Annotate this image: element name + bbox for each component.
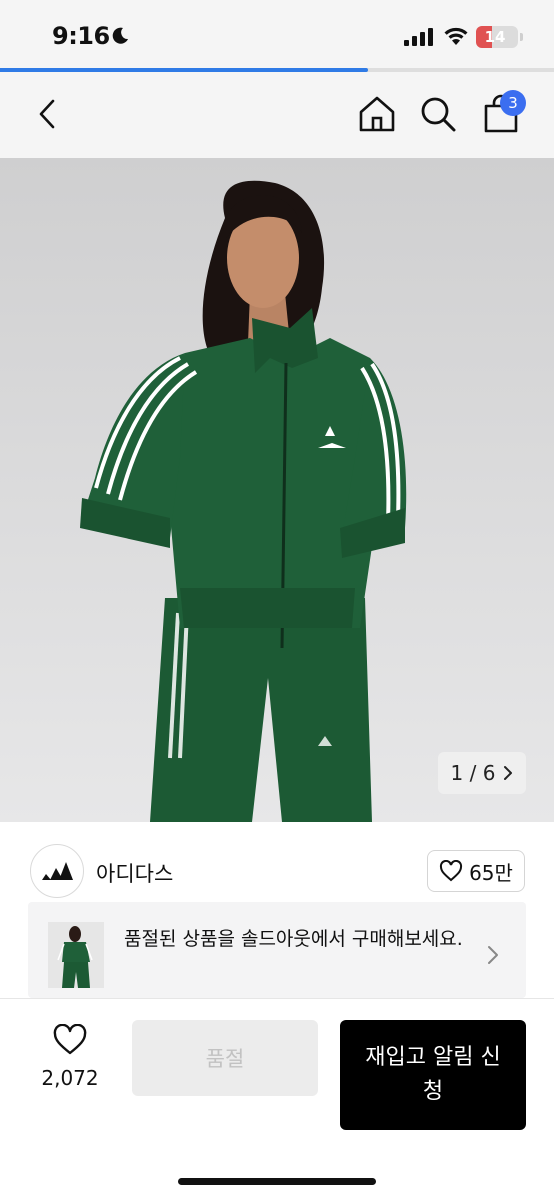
battery-icon: 14 — [476, 26, 518, 48]
wifi-icon — [444, 27, 468, 45]
home-icon — [359, 96, 395, 132]
soldout-button: 품절 — [132, 1020, 318, 1096]
wishlist-button[interactable]: 2,072 — [30, 1020, 110, 1100]
heart-outline-icon — [53, 1024, 87, 1055]
back-button[interactable] — [24, 90, 72, 138]
search-icon — [421, 97, 456, 132]
product-image[interactable] — [0, 158, 554, 822]
top-nav — [0, 72, 554, 158]
brand-like-button[interactable]: 65만 — [427, 850, 525, 892]
brand-row: 아디다스 65만 — [0, 836, 554, 906]
soldout-thumbnail — [48, 922, 104, 988]
status-time: 9:16 — [52, 22, 110, 50]
heart-outline-icon — [440, 860, 463, 882]
soldout-banner-text: 품절된 상품을 솔드아웃에서 구매해보세요. — [124, 928, 463, 950]
brand-like-count: 65만 — [469, 860, 513, 885]
soldout-banner[interactable]: 품절된 상품을 솔드아웃에서 구매해보세요. — [28, 902, 526, 998]
home-indicator[interactable] — [178, 1178, 376, 1185]
cart-count-badge: 3 — [500, 90, 526, 116]
adidas-logo-icon — [42, 862, 73, 880]
brand-logo[interactable] — [30, 844, 84, 898]
brand-name[interactable]: 아디다스 — [96, 858, 173, 888]
wishlist-count: 2,072 — [41, 1066, 99, 1090]
bottom-divider — [0, 998, 554, 999]
chevron-left-icon — [39, 99, 55, 129]
battery-level: 14 — [484, 28, 506, 46]
search-button[interactable] — [414, 90, 462, 138]
chevron-right-icon — [504, 766, 513, 780]
image-counter[interactable]: 1 / 6 — [438, 752, 526, 794]
image-counter-text: 1 / 6 — [450, 761, 496, 785]
cellular-signal-icon — [404, 28, 433, 46]
product-photo — [80, 180, 407, 822]
chevron-right-icon — [488, 946, 498, 964]
home-button[interactable] — [353, 90, 401, 138]
status-bar: 9:16 14 — [0, 0, 554, 68]
restock-alert-button[interactable]: 재입고 알림 신청 — [340, 1020, 526, 1130]
moon-icon — [112, 27, 128, 44]
